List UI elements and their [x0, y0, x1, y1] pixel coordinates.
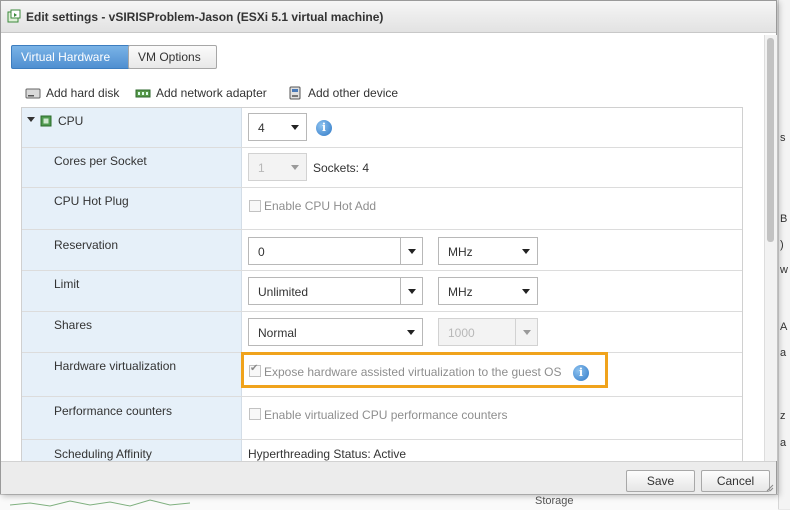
- performance-counters-label: Performance counters: [54, 404, 173, 418]
- cores-per-socket-select: 1: [248, 153, 307, 181]
- chevron-down-icon[interactable]: [400, 238, 422, 264]
- row-reservation: Reservation 0 MHz: [22, 230, 742, 271]
- enable-cpu-hot-add-label: Enable CPU Hot Add: [264, 199, 377, 213]
- highlight-box: [241, 352, 608, 388]
- scheduling-affinity-label: Scheduling Affinity: [54, 447, 152, 461]
- dialog-footer: Save Cancel: [1, 461, 776, 494]
- row-cpu: CPU 4 i: [22, 108, 742, 148]
- chevron-down-icon: [284, 154, 306, 180]
- background-app-bottom: Storage: [0, 494, 778, 510]
- save-button[interactable]: Save: [626, 470, 695, 492]
- chevron-down-icon[interactable]: [400, 278, 422, 304]
- enable-cpu-hot-add-checkbox: [249, 200, 261, 212]
- cpu-count-value: 4: [258, 121, 265, 135]
- chevron-down-icon: [515, 278, 537, 304]
- sockets-text: Sockets: 4: [313, 161, 370, 175]
- limit-unit-value: MHz: [448, 285, 473, 299]
- limit-value: Unlimited: [258, 285, 309, 299]
- limit-input[interactable]: Unlimited: [248, 277, 423, 305]
- dialog-titlebar[interactable]: Edit settings - vSIRISProblem-Jason (ESX…: [1, 1, 776, 33]
- cancel-button[interactable]: Cancel: [701, 470, 770, 492]
- hard-disk-icon: [25, 88, 41, 99]
- reservation-unit-value: MHz: [448, 245, 473, 259]
- reservation-unit-select[interactable]: MHz: [438, 237, 538, 265]
- chevron-down-icon: [515, 319, 537, 345]
- add-hard-disk-label: Add hard disk: [46, 86, 120, 100]
- row-limit: Limit Unlimited MHz: [22, 271, 742, 312]
- performance-sparkline: [10, 499, 191, 507]
- scrollbar-thumb[interactable]: [767, 38, 774, 242]
- tab-vm-options[interactable]: VM Options: [128, 45, 217, 69]
- enable-performance-counters-label: Enable virtualized CPU performance count…: [264, 408, 508, 422]
- shares-amount-value: 1000: [448, 326, 475, 340]
- info-icon[interactable]: i: [316, 120, 332, 136]
- expand-triangle-icon[interactable]: [27, 117, 35, 122]
- virtual-machine-icon: [7, 9, 21, 23]
- add-network-adapter-button[interactable]: Add network adapter: [135, 84, 267, 102]
- reservation-input[interactable]: 0: [248, 237, 423, 265]
- row-shares: Shares Normal 1000: [22, 312, 742, 353]
- reservation-value: 0: [258, 245, 265, 259]
- add-other-device-button[interactable]: Add other device: [287, 84, 398, 102]
- row-performance-counters: Performance counters Enable virtualized …: [22, 397, 742, 440]
- cpu-icon: [40, 115, 52, 127]
- chevron-down-icon: [284, 114, 306, 140]
- shares-amount-input: 1000: [438, 318, 538, 346]
- tab-virtual-hardware[interactable]: Virtual Hardware: [11, 45, 130, 69]
- enable-performance-counters-checkbox[interactable]: [249, 408, 261, 420]
- row-cores-per-socket: Cores per Socket 1 Sockets: 4: [22, 148, 742, 188]
- settings-grid: CPU 4 i Cores per Socket 1 Sockets: 4 CP…: [21, 107, 743, 461]
- cpu-count-select[interactable]: 4: [248, 113, 307, 141]
- dialog-title: Edit settings - vSIRISProblem-Jason (ESX…: [26, 10, 384, 24]
- storage-label: Storage: [535, 495, 574, 507]
- chevron-down-icon: [400, 319, 422, 345]
- row-cpu-hot-plug: CPU Hot Plug Enable CPU Hot Add: [22, 188, 742, 230]
- limit-unit-select[interactable]: MHz: [438, 277, 538, 305]
- cores-per-socket-value: 1: [258, 161, 265, 175]
- add-network-adapter-label: Add network adapter: [156, 86, 267, 100]
- edit-settings-dialog: Edit settings - vSIRISProblem-Jason (ESX…: [0, 0, 777, 494]
- cpu-hot-plug-label: CPU Hot Plug: [54, 194, 129, 208]
- network-adapter-icon: [135, 89, 151, 98]
- cores-per-socket-label: Cores per Socket: [54, 154, 147, 168]
- scrollbar[interactable]: [764, 35, 777, 461]
- row-scheduling-affinity: Scheduling Affinity Hyperthreading Statu…: [22, 440, 742, 461]
- cpu-label: CPU: [58, 114, 84, 128]
- hyperthreading-status: Hyperthreading Status: Active: [248, 447, 407, 461]
- reservation-label: Reservation: [54, 238, 119, 252]
- other-device-icon: [289, 86, 301, 100]
- shares-label: Shares: [54, 318, 93, 332]
- background-app-edge: s B ) w A a z a: [778, 0, 790, 509]
- shares-value: Normal: [258, 326, 297, 340]
- limit-label: Limit: [54, 277, 80, 291]
- add-other-device-label: Add other device: [308, 86, 399, 100]
- hardware-virtualization-label: Hardware virtualization: [54, 359, 177, 373]
- chevron-down-icon: [515, 238, 537, 264]
- add-hard-disk-button[interactable]: Add hard disk: [25, 84, 119, 102]
- resize-grip-icon[interactable]: [766, 484, 774, 492]
- shares-select[interactable]: Normal: [248, 318, 423, 346]
